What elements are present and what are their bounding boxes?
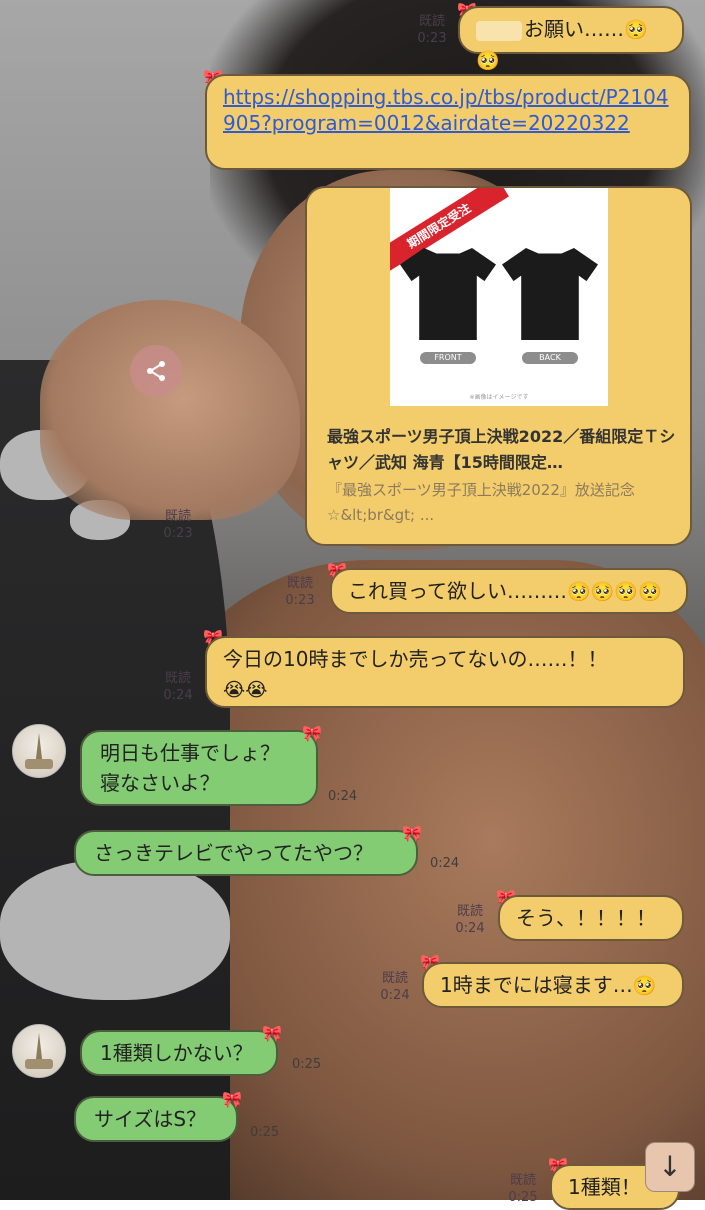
bow-decoration-icon: 🎀 (302, 724, 322, 743)
read-receipt: 既読 0:24 (455, 904, 485, 936)
tshirt-front-image (400, 248, 496, 340)
read-receipt: 既読 0:23 (163, 509, 193, 541)
message-bubble-sent[interactable]: そう、！！！！ (498, 895, 684, 941)
message-time: 0:24 (328, 789, 358, 804)
message-bubble-sent[interactable]: お願い……🥺🥺 (458, 6, 684, 72)
link-message-bubble[interactable]: https://shopping.tbs.co.jp/tbs/product/P… (205, 74, 691, 170)
message-time: 0:25 (250, 1125, 280, 1140)
temple-avatar[interactable] (12, 1024, 66, 1078)
tshirt-back-image (502, 248, 598, 340)
read-receipt: 既読 0:24 (163, 671, 193, 703)
product-link[interactable]: https://shopping.tbs.co.jp/tbs/product/P… (223, 85, 669, 135)
read-receipt: 既読 0:25 (508, 1173, 538, 1205)
bow-decoration-icon: 🎀 (262, 1024, 282, 1043)
message-time: 0:25 (292, 1057, 322, 1072)
product-image: 期間限定受注 FRONT BACK ※画像はイメージです (390, 188, 608, 406)
card-description: 『最強スポーツ男子頂上決戦2022』放送記念☆&lt;br&gt; ... (327, 481, 635, 524)
message-bubble-sent[interactable]: これ買って欲しい………🥺🥺🥺🥺 (330, 568, 688, 614)
read-receipt: 既読 0:24 (380, 971, 410, 1003)
message-bubble-received[interactable]: さっきテレビでやってたやつ？ (74, 830, 418, 876)
message-bubble-received[interactable]: サイズはS？ (74, 1096, 238, 1142)
read-receipt: 既読 0:23 (285, 576, 315, 608)
message-bubble-sent[interactable]: 1時までには寝ます…🥺 (422, 962, 684, 1008)
front-label: FRONT (420, 352, 476, 364)
back-label: BACK (522, 352, 578, 364)
card-title: 最強スポーツ男子頂上決戦2022／番組限定Ｔシャツ／武知 海青【15時間限定… (327, 427, 676, 472)
read-receipt: 既読 0:23 (417, 14, 447, 46)
message-bubble-received[interactable]: 1種類しかない？ (80, 1030, 278, 1076)
image-note: ※画像はイメージです (469, 394, 529, 401)
bow-decoration-icon: 🎀 (222, 1090, 242, 1109)
bow-decoration-icon: 🎀 (402, 824, 422, 843)
arrow-down-icon[interactable]: ↓ (645, 1142, 695, 1192)
temple-avatar[interactable] (12, 724, 66, 778)
message-bubble-sent[interactable]: 今日の10時までしか売ってないの……！！ 😭😭 (205, 636, 685, 708)
redacted-name (476, 20, 522, 41)
share-icon[interactable] (130, 345, 182, 397)
message-bubble-received[interactable]: 明日も仕事でしょ？ 寝なさいよ？ (80, 730, 318, 806)
link-preview-card[interactable]: 期間限定受注 FRONT BACK ※画像はイメージです 最強スポーツ男子頂上決… (305, 186, 692, 546)
message-time: 0:24 (430, 856, 460, 871)
